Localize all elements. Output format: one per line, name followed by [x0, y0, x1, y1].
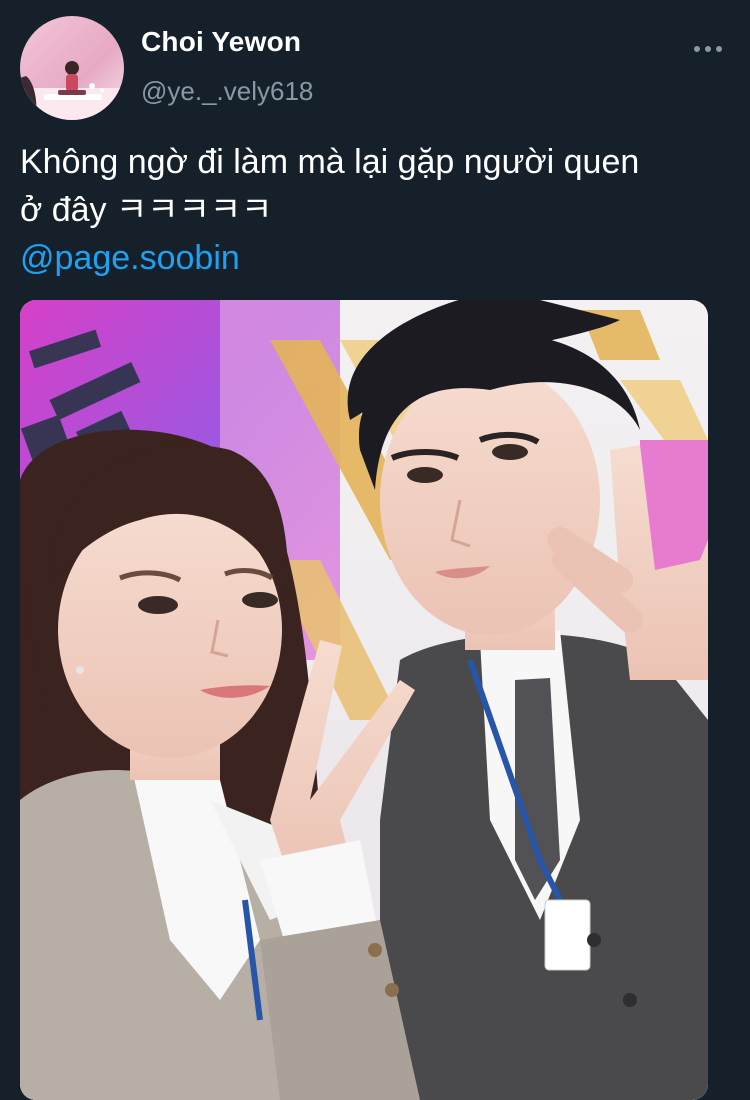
display-name[interactable]: Choi Yewon — [141, 26, 301, 58]
more-dots-icon — [694, 46, 722, 52]
tweet-photo[interactable] — [20, 300, 708, 1100]
user-handle[interactable]: @ye._.vely618 — [141, 76, 313, 107]
more-options-button[interactable] — [688, 32, 728, 66]
mention-link[interactable]: @page.soobin — [20, 234, 740, 282]
avatar[interactable] — [20, 16, 124, 120]
tweet-text: Không ngờ đi làm mà lại gặp người quen ở… — [20, 138, 740, 282]
photo-image — [20, 300, 708, 1100]
tweet-card: Choi Yewon @ye._.vely618 Không ngờ đi là… — [0, 0, 750, 1100]
tweet-text-line-1: Không ngờ đi làm mà lại gặp người quen — [20, 143, 640, 181]
tweet-text-line-2: ở đây ㅋㅋㅋㅋㅋ — [20, 191, 273, 229]
avatar-image — [20, 16, 124, 120]
